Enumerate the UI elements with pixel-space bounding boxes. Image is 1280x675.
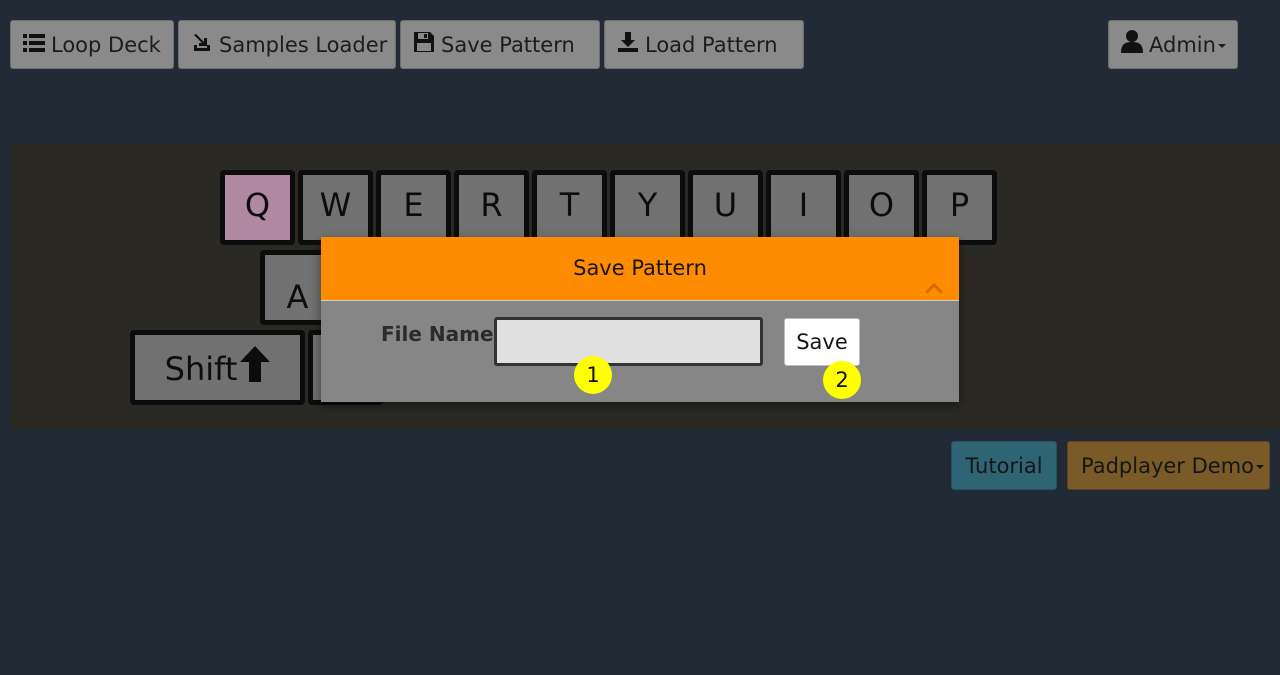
save-button[interactable]: Save bbox=[784, 318, 860, 366]
modal-header: Save Pattern bbox=[321, 237, 959, 301]
file-name-label: File Name: bbox=[381, 322, 502, 346]
import-icon bbox=[191, 22, 213, 71]
annotation-badge-1: 1 bbox=[574, 356, 612, 394]
key-p[interactable]: P bbox=[922, 170, 997, 245]
annotation-badge-2: 2 bbox=[823, 361, 861, 399]
key-u[interactable]: U bbox=[688, 170, 763, 245]
key-r[interactable]: R bbox=[454, 170, 529, 245]
samples-loader-label: Samples Loader bbox=[219, 33, 388, 57]
modal-title: Save Pattern bbox=[573, 256, 707, 280]
download-icon bbox=[617, 22, 639, 71]
key-y[interactable]: Y bbox=[610, 170, 685, 245]
file-name-input[interactable] bbox=[494, 317, 763, 366]
samples-loader-button[interactable]: Samples Loader bbox=[178, 20, 396, 69]
user-icon bbox=[1121, 22, 1143, 71]
admin-label: Admin bbox=[1149, 33, 1216, 57]
save-pattern-button[interactable]: Save Pattern bbox=[400, 20, 600, 69]
padplayer-demo-button[interactable]: Padplayer Demo bbox=[1067, 441, 1270, 490]
chevron-down-icon bbox=[1217, 44, 1226, 48]
chevron-up-icon[interactable] bbox=[925, 257, 943, 294]
load-pattern-label: Load Pattern bbox=[645, 33, 778, 57]
key-o[interactable]: O bbox=[844, 170, 919, 245]
loop-deck-label: Loop Deck bbox=[51, 33, 161, 57]
key-e[interactable]: E bbox=[376, 170, 451, 245]
save-pattern-label: Save Pattern bbox=[441, 33, 575, 57]
key-q[interactable]: Q bbox=[220, 170, 295, 245]
loop-deck-button[interactable]: Loop Deck bbox=[10, 20, 174, 69]
key-w[interactable]: W bbox=[298, 170, 373, 245]
top-navigation: Loop Deck Samples Loader Save Pattern Lo… bbox=[0, 0, 1280, 80]
admin-menu-button[interactable]: Admin bbox=[1108, 20, 1238, 69]
load-pattern-button[interactable]: Load Pattern bbox=[604, 20, 804, 69]
key-shift[interactable]: Shift bbox=[130, 330, 305, 405]
key-t[interactable]: T bbox=[532, 170, 607, 245]
tutorial-button[interactable]: Tutorial bbox=[951, 441, 1057, 490]
save-pattern-modal: Save Pattern File Name: Save bbox=[321, 237, 959, 402]
key-i[interactable]: I bbox=[766, 170, 841, 245]
list-icon bbox=[23, 22, 45, 71]
arrow-up-icon bbox=[240, 337, 271, 405]
floppy-disk-icon bbox=[413, 22, 435, 71]
chevron-down-icon bbox=[1256, 465, 1265, 469]
